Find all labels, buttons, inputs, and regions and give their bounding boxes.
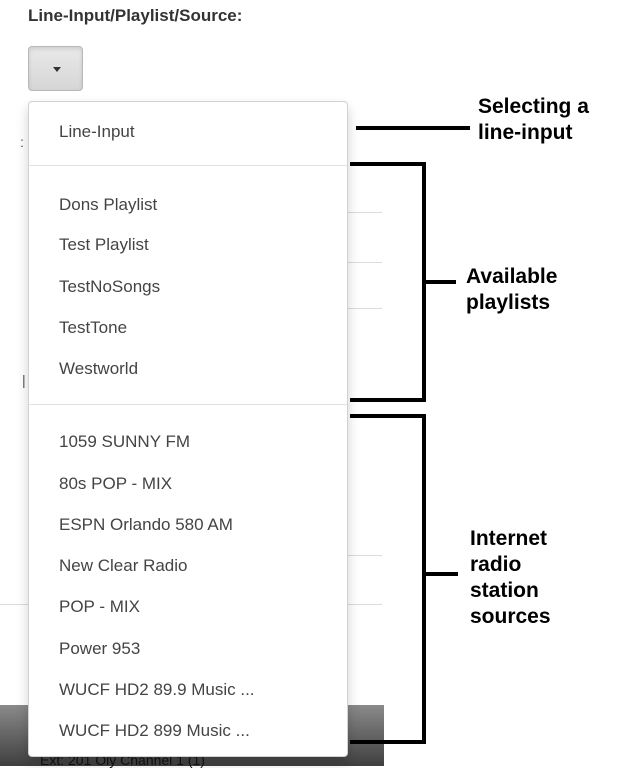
menu-item-line-input[interactable]: Line-Input [59,122,135,142]
menu-item-playlist[interactable]: Test Playlist [59,235,149,255]
background-divider [0,604,28,605]
annotation-bracket [422,414,426,744]
annotation-line-input-label: Selecting a line-input [478,95,589,144]
annotation-bracket [350,398,426,402]
menu-item-source[interactable]: POP - MIX [59,597,140,617]
background-divider [348,604,382,605]
menu-item-source[interactable]: New Clear Radio [59,556,188,576]
annotation-sources-label: Internet radio station sources [470,527,551,628]
annotation-pointer-line [426,572,458,576]
background-divider [348,308,382,309]
background-divider [348,555,382,556]
annotation-bracket [350,162,426,166]
source-dropdown-toggle[interactable] [28,46,83,91]
annotation-playlists-label: Available playlists [466,265,558,314]
menu-item-source[interactable]: 1059 SUNNY FM [59,432,190,452]
source-dropdown-menu: Line-Input Dons Playlist Test Playlist T… [28,101,348,757]
menu-divider [29,404,347,405]
menu-item-playlist[interactable]: Westworld [59,359,138,379]
menu-item-source[interactable]: 80s POP - MIX [59,474,172,494]
background-text-fragment: : [20,134,24,150]
background-text-fragment: | [22,372,26,388]
menu-item-source[interactable]: WUCF HD2 89.9 Music ... [59,680,255,700]
background-divider [348,212,382,213]
menu-item-playlist[interactable]: TestTone [59,318,127,338]
menu-item-source[interactable]: Power 953 [59,639,140,659]
menu-item-source[interactable]: ESPN Orlando 580 AM [59,515,233,535]
annotation-bracket [350,740,426,744]
annotation-pointer-line [426,280,456,284]
annotation-bracket [350,414,426,418]
menu-divider [29,165,347,166]
source-label: Line-Input/Playlist/Source: [28,6,243,25]
menu-item-playlist[interactable]: Dons Playlist [59,195,157,215]
menu-item-source[interactable]: WUCF HD2 899 Music ... [59,721,250,741]
caret-down-icon [53,67,61,72]
background-divider [348,262,382,263]
annotation-pointer-line [356,126,470,130]
menu-item-playlist[interactable]: TestNoSongs [59,277,160,297]
